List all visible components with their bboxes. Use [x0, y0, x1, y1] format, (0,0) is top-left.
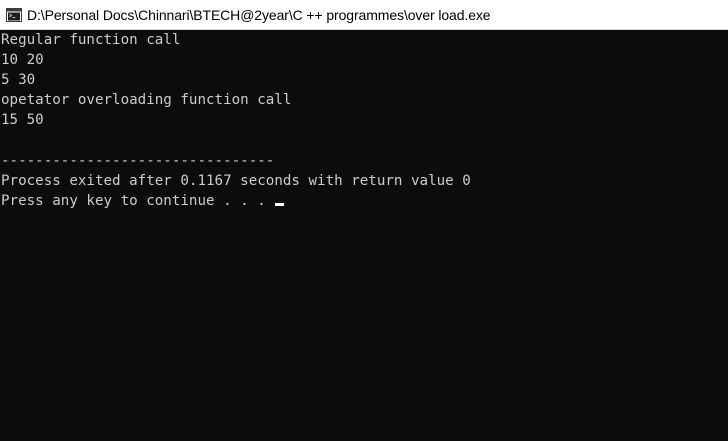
continue-prompt-line: Press any key to continue . . . — [1, 191, 728, 211]
console-line: 5 30 — [1, 72, 36, 89]
text-cursor — [275, 202, 285, 206]
console-line: opetator overloading function call — [1, 92, 292, 109]
process-exit-message: Process exited after 0.1167 seconds with… — [1, 172, 471, 189]
console-line: 15 50 — [1, 112, 44, 129]
window-title: D:\Personal Docs\Chinnari\BTECH@2year\C … — [27, 6, 491, 23]
console-window: D:\Personal Docs\Chinnari\BTECH@2year\C … — [0, 0, 728, 441]
console-output[interactable]: Regular function call 10 20 5 30 opetato… — [0, 30, 728, 441]
console-line: 10 20 — [1, 52, 44, 69]
title-bar[interactable]: D:\Personal Docs\Chinnari\BTECH@2year\C … — [0, 0, 728, 30]
separator-line: -------------------------------- — [1, 152, 275, 169]
console-line: Regular function call — [1, 32, 181, 48]
continue-prompt: Press any key to continue . . . — [1, 192, 275, 209]
console-app-icon — [6, 7, 22, 22]
